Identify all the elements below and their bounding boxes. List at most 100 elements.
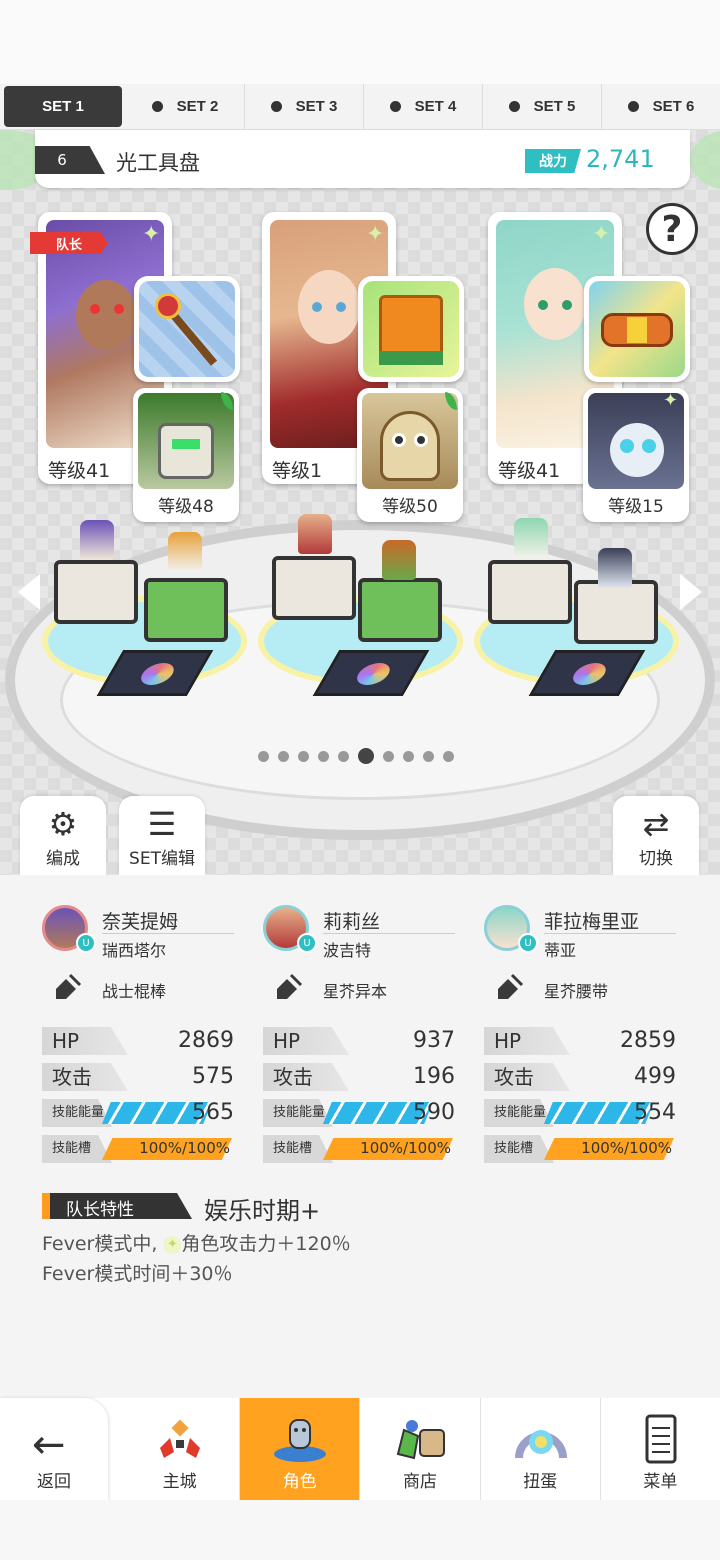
character-pedestal-3[interactable] <box>488 560 572 624</box>
formation-button[interactable]: ⚙ 编成 <box>20 796 106 875</box>
gem-icon <box>352 663 395 685</box>
team-pager <box>258 748 468 764</box>
skill-slot-label: 技能槽 <box>42 1135 112 1163</box>
tab-set-5[interactable]: SET 5 <box>483 84 602 129</box>
nav-label: 商店 <box>403 1472 437 1492</box>
leader-skill-label: 队长特性 <box>66 1200 134 1220</box>
skill-slot-label: 技能槽 <box>263 1135 333 1163</box>
nav-shop[interactable]: 商店 <box>360 1398 481 1500</box>
set-edit-button[interactable]: ☰ SET编辑 <box>119 796 205 875</box>
hp-label: HP <box>484 1027 570 1055</box>
nav-castle[interactable]: 主城 <box>120 1398 241 1500</box>
pager-dot[interactable] <box>338 750 349 762</box>
set-edit-label: SET编辑 <box>129 849 195 869</box>
shop-icon <box>397 1420 446 1460</box>
gacha-icon <box>514 1430 567 1459</box>
pager-dot[interactable] <box>278 750 289 762</box>
team-name[interactable]: 光工具盘 <box>116 147 200 177</box>
desc-prefix: Fever模式中, <box>42 1233 158 1255</box>
nav-label: 主城 <box>162 1472 197 1492</box>
dot-icon <box>270 101 282 112</box>
weapon-icon <box>277 973 303 999</box>
pet-pedestal-1[interactable] <box>144 578 228 642</box>
nav-label: 扭蛋 <box>523 1472 558 1492</box>
set-tabs: SET 1 SET 2 SET 3 SET 4 SET 5 SET 6 <box>0 84 720 130</box>
skill-slot-value: 100%/100% <box>360 1139 451 1157</box>
pet-slot-3[interactable]: ✦ 等级15 <box>583 388 689 522</box>
tab-label: SET 2 <box>176 98 219 115</box>
weapon-slot-3[interactable] <box>584 276 690 382</box>
skill-energy-row: 技能能量 554 <box>484 1099 676 1127</box>
nav-menu[interactable]: 菜单 <box>601 1398 720 1500</box>
divider <box>102 933 234 934</box>
pet-slot-2[interactable]: 等级50 <box>357 388 463 522</box>
castle-icon <box>160 1419 200 1458</box>
light-element-icon: ✦ <box>163 1235 182 1254</box>
pet-level: 等级50 <box>382 497 438 517</box>
weapon-slot-2[interactable] <box>358 276 464 382</box>
pet-pedestal-2[interactable] <box>358 578 442 642</box>
atk-label: 攻击 <box>484 1063 570 1091</box>
tab-label: SET 3 <box>295 98 338 115</box>
character-sprite-1 <box>80 520 114 560</box>
skill-energy-row: 技能能量 590 <box>263 1099 455 1127</box>
pet-portrait <box>138 393 234 489</box>
tab-set-4[interactable]: SET 4 <box>364 84 483 129</box>
atk-row: 攻击 575 <box>42 1063 234 1091</box>
help-button[interactable]: ? <box>646 203 698 255</box>
leader-skill-accent <box>42 1193 50 1219</box>
tab-set-3[interactable]: SET 3 <box>245 84 364 129</box>
pager-dot[interactable] <box>383 750 394 762</box>
app-root: SET 1 SET 2 SET 3 SET 4 SET 5 SET 6 6 光工… <box>0 0 720 1560</box>
skill-energy-row: 技能能量 565 <box>42 1099 234 1127</box>
character-name: 奈芙提姆 <box>102 911 179 933</box>
skill-energy-value: 554 <box>634 1100 676 1125</box>
pet-pedestal-3[interactable] <box>574 580 658 644</box>
atk-value: 575 <box>192 1064 234 1089</box>
nav-gacha[interactable]: 扭蛋 <box>481 1398 601 1500</box>
switch-button[interactable]: ⇄ 切换 <box>613 796 699 875</box>
pager-dot[interactable] <box>298 750 309 762</box>
power-value: 2,741 <box>586 145 655 173</box>
pager-dot[interactable] <box>358 748 374 764</box>
hp-value: 2869 <box>178 1028 234 1053</box>
skill-slot-value: 100%/100% <box>581 1139 672 1157</box>
weapon-slot-1[interactable] <box>134 276 240 382</box>
character-name: 菲拉梅里亚 <box>544 911 640 933</box>
tab-set-2[interactable]: SET 2 <box>126 84 245 129</box>
pet-sprite-3 <box>598 548 632 588</box>
weapon-name: 星芥腰带 <box>544 982 609 1001</box>
pager-dot[interactable] <box>318 750 329 762</box>
menu-icon <box>645 1414 677 1464</box>
character-subname: 瑞西塔尔 <box>102 941 167 960</box>
book-icon <box>363 281 459 377</box>
tab-set-1[interactable]: SET 1 <box>4 86 122 127</box>
sparkle-icon: ✦ <box>366 222 385 247</box>
pager-dot[interactable] <box>423 750 434 762</box>
atk-row: 攻击 499 <box>484 1063 676 1091</box>
nav-label: 菜单 <box>643 1472 678 1492</box>
nav-character[interactable]: 角色 <box>240 1398 361 1500</box>
status-area <box>0 0 720 84</box>
belt-icon <box>589 281 685 377</box>
skill-energy-label: 技能能量 <box>42 1099 112 1127</box>
pager-dot[interactable] <box>403 750 414 762</box>
weapon-icon <box>56 973 82 999</box>
nav-label: 角色 <box>282 1472 317 1492</box>
character-pedestal-1[interactable] <box>54 560 138 624</box>
character-level: 等级1 <box>272 460 323 482</box>
pager-dot[interactable] <box>443 750 454 762</box>
pet-sprite-1 <box>168 532 202 572</box>
prev-team-arrow[interactable] <box>18 574 40 610</box>
swap-icon: ⇄ <box>642 805 670 843</box>
back-button[interactable]: ← 返回 <box>0 1398 108 1500</box>
tab-set-6[interactable]: SET 6 <box>602 84 720 129</box>
divider <box>323 933 455 934</box>
next-team-arrow[interactable] <box>680 574 702 610</box>
character-pedestal-2[interactable] <box>272 556 356 620</box>
bottom-nav: 主城 角色 商店 扭蛋 菜单 <box>120 1398 720 1500</box>
pet-slot-1[interactable]: 等级48 <box>133 388 239 522</box>
pager-dot[interactable] <box>258 750 269 762</box>
skill-slot-row: 技能槽 100%/100% <box>484 1135 676 1163</box>
dot-icon <box>508 101 520 112</box>
